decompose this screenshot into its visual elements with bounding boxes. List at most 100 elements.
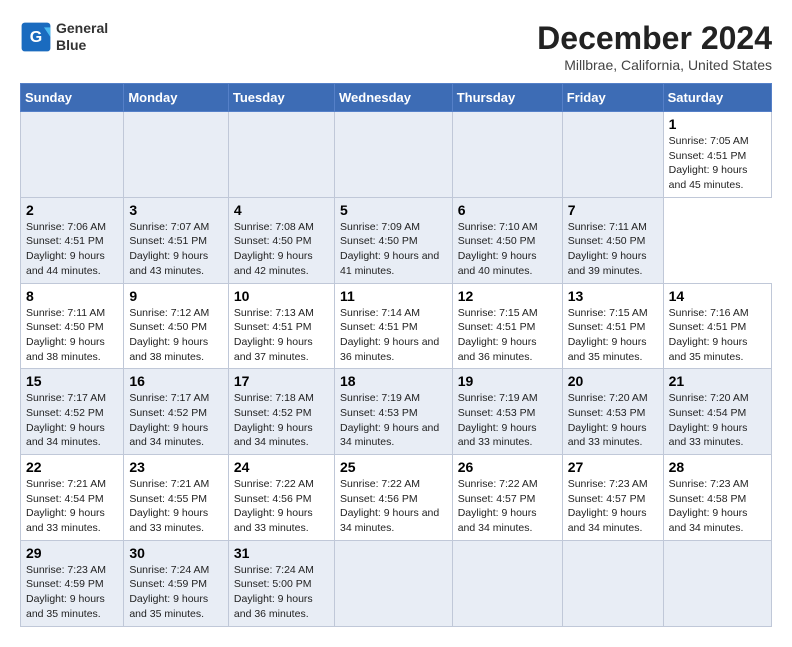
calendar-cell [334,112,452,198]
calendar-cell: 7Sunrise: 7:11 AMSunset: 4:50 PMDaylight… [562,197,663,283]
days-header-row: SundayMondayTuesdayWednesdayThursdayFrid… [21,84,772,112]
day-number: 2 [26,202,118,218]
day-info: Sunrise: 7:18 AMSunset: 4:52 PMDaylight:… [234,391,329,450]
calendar-cell: 23 Sunrise: 7:21 AMSunset: 4:55 PMDayligh… [124,455,229,541]
calendar-cell: 15 Sunrise: 7:17 AMSunset: 4:52 PMDayligh… [21,369,124,455]
day-info: Sunrise: 7:15 AMSunset: 4:51 PMDaylight:… [458,306,557,365]
day-info: Sunrise: 7:20 AMSunset: 4:53 PMDaylight:… [568,391,658,450]
day-info: Sunrise: 7:19 AMSunset: 4:53 PMDaylight:… [340,391,447,450]
calendar-cell [334,540,452,626]
page-title: December 2024 [537,20,772,57]
calendar-cell: 8 Sunrise: 7:11 AMSunset: 4:50 PMDaylight… [21,283,124,369]
day-number: 15 [26,373,118,389]
page-subtitle: Millbrae, California, United States [537,57,772,73]
calendar-cell: 27 Sunrise: 7:23 AMSunset: 4:57 PMDayligh… [562,455,663,541]
day-info: Sunrise: 7:22 AMSunset: 4:56 PMDaylight:… [340,477,447,536]
day-info: Sunrise: 7:12 AMSunset: 4:50 PMDaylight:… [129,306,223,365]
day-number: 6 [458,202,557,218]
day-header-thursday: Thursday [452,84,562,112]
day-info: Sunrise: 7:16 AMSunset: 4:51 PMDaylight:… [669,306,766,365]
calendar-cell: 18Sunrise: 7:19 AMSunset: 4:53 PMDayligh… [334,369,452,455]
day-info: Sunrise: 7:17 AMSunset: 4:52 PMDaylight:… [129,391,223,450]
calendar-cell: 12 Sunrise: 7:15 AMSunset: 4:51 PMDayligh… [452,283,562,369]
calendar-cell: 28 Sunrise: 7:23 AMSunset: 4:58 PMDayligh… [663,455,771,541]
day-number: 29 [26,545,118,561]
calendar-cell [124,112,229,198]
calendar-cell: 1 Sunrise: 7:05 AMSunset: 4:51 PMDaylight… [663,112,771,198]
svg-text:G: G [30,29,42,46]
calendar-cell [562,540,663,626]
calendar-cell: 24Sunrise: 7:22 AMSunset: 4:56 PMDayligh… [228,455,334,541]
calendar-cell: 4 Sunrise: 7:08 AMSunset: 4:50 PMDaylight… [228,197,334,283]
calendar-table: SundayMondayTuesdayWednesdayThursdayFrid… [20,83,772,627]
day-header-sunday: Sunday [21,84,124,112]
calendar-cell: 30 Sunrise: 7:24 AMSunset: 4:59 PMDayligh… [124,540,229,626]
calendar-cell: 26 Sunrise: 7:22 AMSunset: 4:57 PMDayligh… [452,455,562,541]
calendar-week-1: 1 Sunrise: 7:05 AMSunset: 4:51 PMDaylight… [21,112,772,198]
day-info: Sunrise: 7:20 AMSunset: 4:54 PMDaylight:… [669,391,766,450]
day-header-friday: Friday [562,84,663,112]
day-header-saturday: Saturday [663,84,771,112]
header: G General Blue December 2024 Millbrae, C… [20,20,772,73]
day-number: 19 [458,373,557,389]
calendar-week-4: 15 Sunrise: 7:17 AMSunset: 4:52 PMDayligh… [21,369,772,455]
day-number: 31 [234,545,329,561]
day-info: Sunrise: 7:24 AMSunset: 4:59 PMDaylight:… [129,563,223,622]
day-info: Sunrise: 7:24 AMSunset: 5:00 PMDaylight:… [234,563,329,622]
calendar-cell [452,540,562,626]
day-info: Sunrise: 7:22 AMSunset: 4:57 PMDaylight:… [458,477,557,536]
calendar-cell: 6Sunrise: 7:10 AMSunset: 4:50 PMDaylight… [452,197,562,283]
day-number: 5 [340,202,447,218]
day-number: 9 [129,288,223,304]
day-info: Sunrise: 7:21 AMSunset: 4:55 PMDaylight:… [129,477,223,536]
day-info: Sunrise: 7:19 AMSunset: 4:53 PMDaylight:… [458,391,557,450]
day-number: 4 [234,202,329,218]
day-info: Sunrise: 7:23 AMSunset: 4:59 PMDaylight:… [26,563,118,622]
title-area: December 2024 Millbrae, California, Unit… [537,20,772,73]
logo-icon: G [20,21,52,53]
day-info: Sunrise: 7:08 AMSunset: 4:50 PMDaylight:… [234,220,329,279]
calendar-week-3: 8 Sunrise: 7:11 AMSunset: 4:50 PMDaylight… [21,283,772,369]
day-number: 13 [568,288,658,304]
day-number: 3 [129,202,223,218]
calendar-cell: 16 Sunrise: 7:17 AMSunset: 4:52 PMDayligh… [124,369,229,455]
calendar-cell [663,540,771,626]
day-info: Sunrise: 7:11 AMSunset: 4:50 PMDaylight:… [26,306,118,365]
calendar-cell: 31 Sunrise: 7:24 AMSunset: 5:00 PMDayligh… [228,540,334,626]
day-number: 17 [234,373,329,389]
day-number: 23 [129,459,223,475]
calendar-cell: 25Sunrise: 7:22 AMSunset: 4:56 PMDayligh… [334,455,452,541]
day-info: Sunrise: 7:13 AMSunset: 4:51 PMDaylight:… [234,306,329,365]
logo: G General Blue [20,20,108,54]
calendar-cell: 2 Sunrise: 7:06 AMSunset: 4:51 PMDaylight… [21,197,124,283]
day-info: Sunrise: 7:05 AMSunset: 4:51 PMDaylight:… [669,134,766,193]
day-info: Sunrise: 7:15 AMSunset: 4:51 PMDaylight:… [568,306,658,365]
day-number: 22 [26,459,118,475]
day-number: 16 [129,373,223,389]
day-info: Sunrise: 7:23 AMSunset: 4:58 PMDaylight:… [669,477,766,536]
day-number: 1 [669,116,766,132]
day-info: Sunrise: 7:17 AMSunset: 4:52 PMDaylight:… [26,391,118,450]
day-number: 12 [458,288,557,304]
calendar-week-5: 22Sunrise: 7:21 AMSunset: 4:54 PMDayligh… [21,455,772,541]
day-info: Sunrise: 7:07 AMSunset: 4:51 PMDaylight:… [129,220,223,279]
day-info: Sunrise: 7:06 AMSunset: 4:51 PMDaylight:… [26,220,118,279]
calendar-cell: 3 Sunrise: 7:07 AMSunset: 4:51 PMDaylight… [124,197,229,283]
calendar-cell [228,112,334,198]
day-number: 27 [568,459,658,475]
calendar-cell: 19 Sunrise: 7:19 AMSunset: 4:53 PMDayligh… [452,369,562,455]
calendar-cell: 20Sunrise: 7:20 AMSunset: 4:53 PMDayligh… [562,369,663,455]
calendar-cell: 5Sunrise: 7:09 AMSunset: 4:50 PMDaylight… [334,197,452,283]
calendar-cell: 22Sunrise: 7:21 AMSunset: 4:54 PMDayligh… [21,455,124,541]
day-info: Sunrise: 7:14 AMSunset: 4:51 PMDaylight:… [340,306,447,365]
day-info: Sunrise: 7:23 AMSunset: 4:57 PMDaylight:… [568,477,658,536]
day-number: 26 [458,459,557,475]
day-number: 28 [669,459,766,475]
day-number: 24 [234,459,329,475]
day-number: 8 [26,288,118,304]
day-number: 21 [669,373,766,389]
day-number: 30 [129,545,223,561]
calendar-cell: 10Sunrise: 7:13 AMSunset: 4:51 PMDayligh… [228,283,334,369]
calendar-cell: 21 Sunrise: 7:20 AMSunset: 4:54 PMDayligh… [663,369,771,455]
logo-text: General Blue [56,20,108,54]
